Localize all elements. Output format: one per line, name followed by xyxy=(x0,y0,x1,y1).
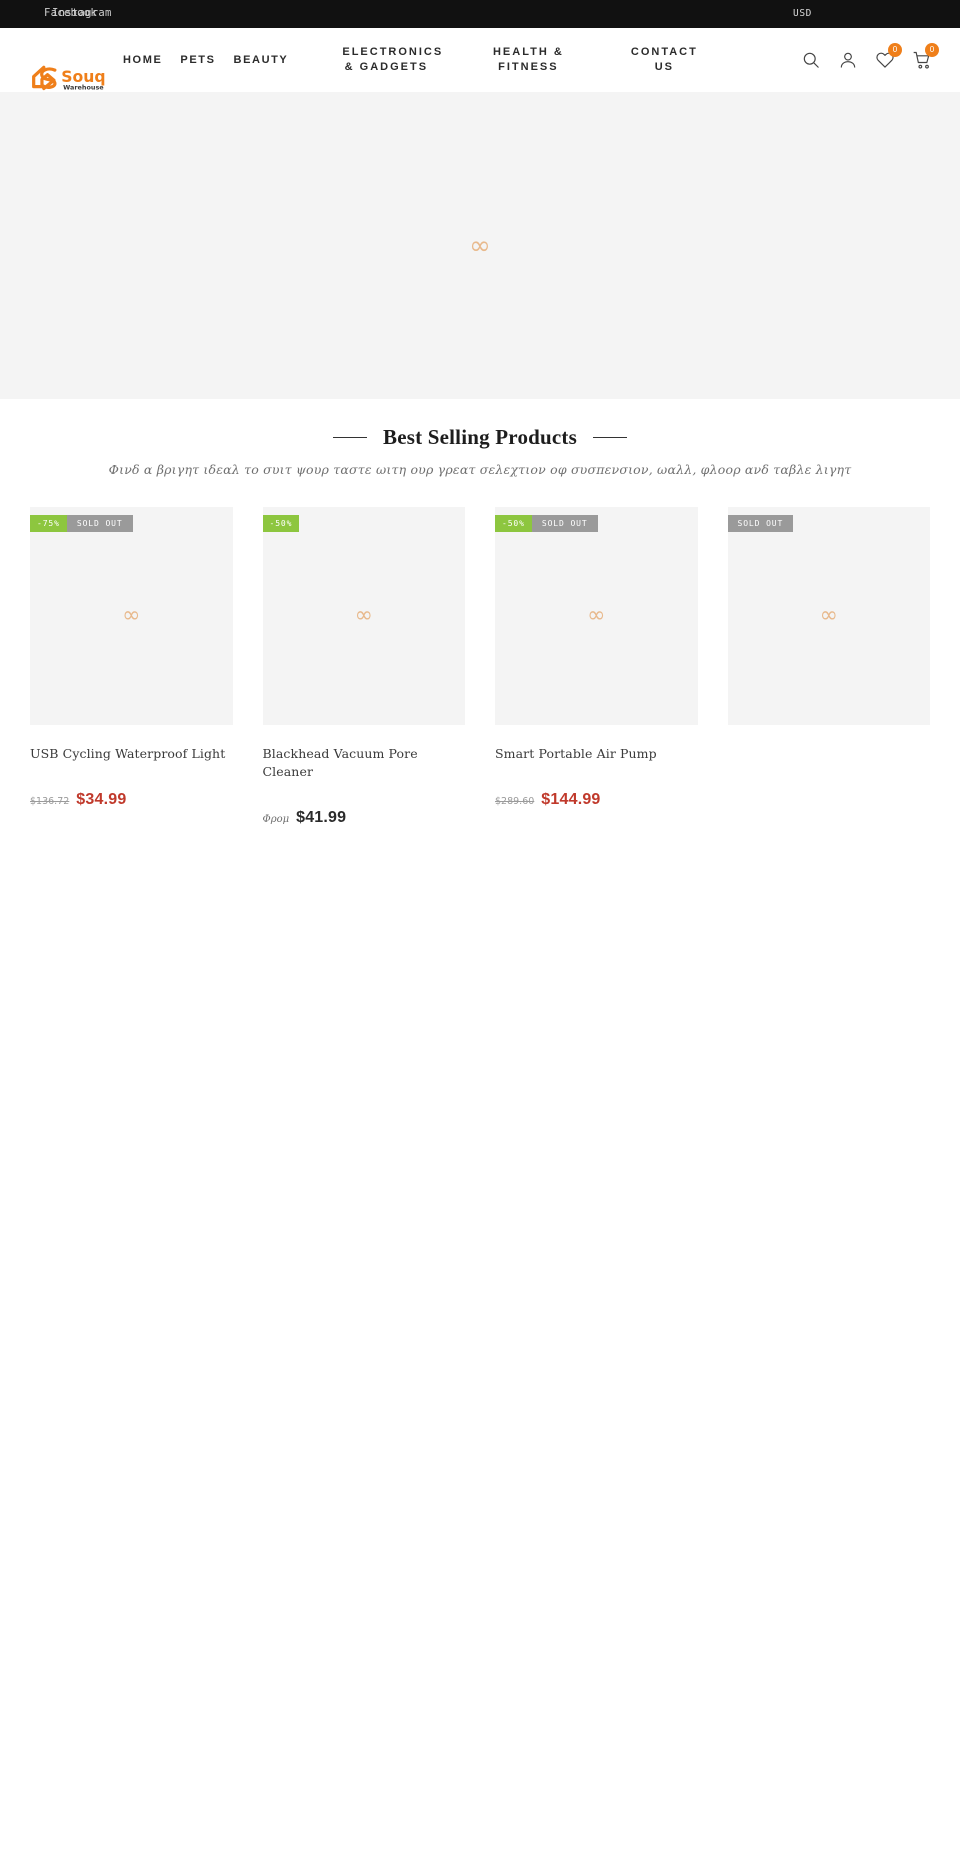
nav-item-health-fitness[interactable]: HEALTH & FITNESS xyxy=(475,45,581,75)
search-icon[interactable] xyxy=(801,50,821,70)
product-image[interactable]: SOLD OUT ∞ xyxy=(727,507,930,725)
product-price-current: $34.99 xyxy=(76,791,127,808)
product-title[interactable]: USB Cycling Waterproof Light xyxy=(30,745,233,763)
product-price-old: $136.72 xyxy=(30,796,70,807)
product-image[interactable]: -50% ∞ xyxy=(262,507,465,725)
main-navigation: HOME PETS BEAUTY ELECTRONICS & GADGETS H… xyxy=(114,28,717,92)
broken-image-placeholder-icon: ∞ xyxy=(587,603,606,628)
product-tags: -75% SOLD OUT xyxy=(30,515,133,532)
site-header: Souq Warehouse HOME PETS BEAUTY ELECTRON… xyxy=(0,28,960,92)
sold-out-badge: SOLD OUT xyxy=(727,515,794,532)
nav-item-beauty[interactable]: BEAUTY xyxy=(225,53,298,68)
hero-banner[interactable]: ∞ xyxy=(0,92,960,399)
product-price: $136.72 $34.99 xyxy=(30,791,233,809)
product-grid: -75% SOLD OUT ∞ USB Cycling Waterproof L… xyxy=(0,507,960,867)
heading-dash-right xyxy=(593,437,627,438)
product-title[interactable]: Smart Portable Air Pump xyxy=(495,745,698,763)
header-icon-group: 0 0 xyxy=(801,28,939,92)
site-logo[interactable]: Souq Warehouse xyxy=(30,62,122,92)
product-tags: -50% SOLD OUT xyxy=(495,515,598,532)
broken-image-placeholder-icon: ∞ xyxy=(354,603,373,628)
product-price: $289.60 $144.99 xyxy=(495,791,698,809)
sold-out-badge: SOLD OUT xyxy=(66,515,133,532)
best-selling-section: Best Selling Products Φινδ α βριγητ ιδεα… xyxy=(0,399,960,867)
discount-badge: -50% xyxy=(262,515,300,532)
sold-out-badge: SOLD OUT xyxy=(531,515,598,532)
nav-item-home[interactable]: HOME xyxy=(114,53,171,68)
discount-badge: -75% xyxy=(30,515,67,532)
cart-icon[interactable]: 0 xyxy=(912,43,939,70)
product-image[interactable]: -50% SOLD OUT ∞ xyxy=(495,507,698,725)
section-subtitle: Φινδ α βριγητ ιδεαλ το συιτ ψουρ ταστε ω… xyxy=(108,462,852,477)
section-heading: Best Selling Products xyxy=(0,425,960,450)
wishlist-icon[interactable]: 0 xyxy=(875,43,902,70)
product-card[interactable]: -50% ∞ Blackhead Vacuum Pore Cleaner Φρο… xyxy=(262,507,466,827)
currency-selector[interactable]: USD xyxy=(793,8,812,19)
product-tags: SOLD OUT xyxy=(727,515,794,532)
page-title: Best Selling Products xyxy=(383,425,577,449)
product-image[interactable]: -75% SOLD OUT ∞ xyxy=(30,507,233,725)
product-price-current: $144.99 xyxy=(541,791,601,808)
nav-item-pets[interactable]: PETS xyxy=(171,53,224,68)
broken-image-placeholder-icon: ∞ xyxy=(469,230,491,261)
broken-image-placeholder-icon: ∞ xyxy=(819,603,838,628)
svg-text:Warehouse: Warehouse xyxy=(63,83,104,91)
product-card[interactable]: SOLD OUT ∞ xyxy=(727,507,930,827)
nav-item-electronics-gadgets[interactable]: ELECTRONICS & GADGETS xyxy=(333,45,441,75)
instagram-link[interactable]: Instagram xyxy=(52,7,112,19)
discount-badge: -50% xyxy=(495,515,532,532)
product-price: Φρομ $41.99 xyxy=(263,809,466,827)
product-card[interactable]: -50% SOLD OUT ∞ Smart Portable Air Pump … xyxy=(495,507,698,827)
product-price-old: $289.60 xyxy=(495,796,535,807)
account-icon[interactable] xyxy=(838,50,858,70)
product-title[interactable]: Blackhead Vacuum Pore Cleaner xyxy=(263,745,466,781)
cart-count-badge: 0 xyxy=(925,43,939,57)
wishlist-count-badge: 0 xyxy=(888,43,902,57)
broken-image-placeholder-icon: ∞ xyxy=(122,603,141,628)
nav-item-contact-us[interactable]: CONTACT US xyxy=(611,45,717,75)
top-bar: Facebook Instagram USD xyxy=(0,0,960,28)
product-tags: -50% xyxy=(262,515,300,532)
product-price-current: $41.99 xyxy=(296,809,347,826)
heading-dash-left xyxy=(333,437,367,438)
product-price-prefix: Φρομ xyxy=(262,814,290,825)
product-card[interactable]: -75% SOLD OUT ∞ USB Cycling Waterproof L… xyxy=(30,507,233,827)
